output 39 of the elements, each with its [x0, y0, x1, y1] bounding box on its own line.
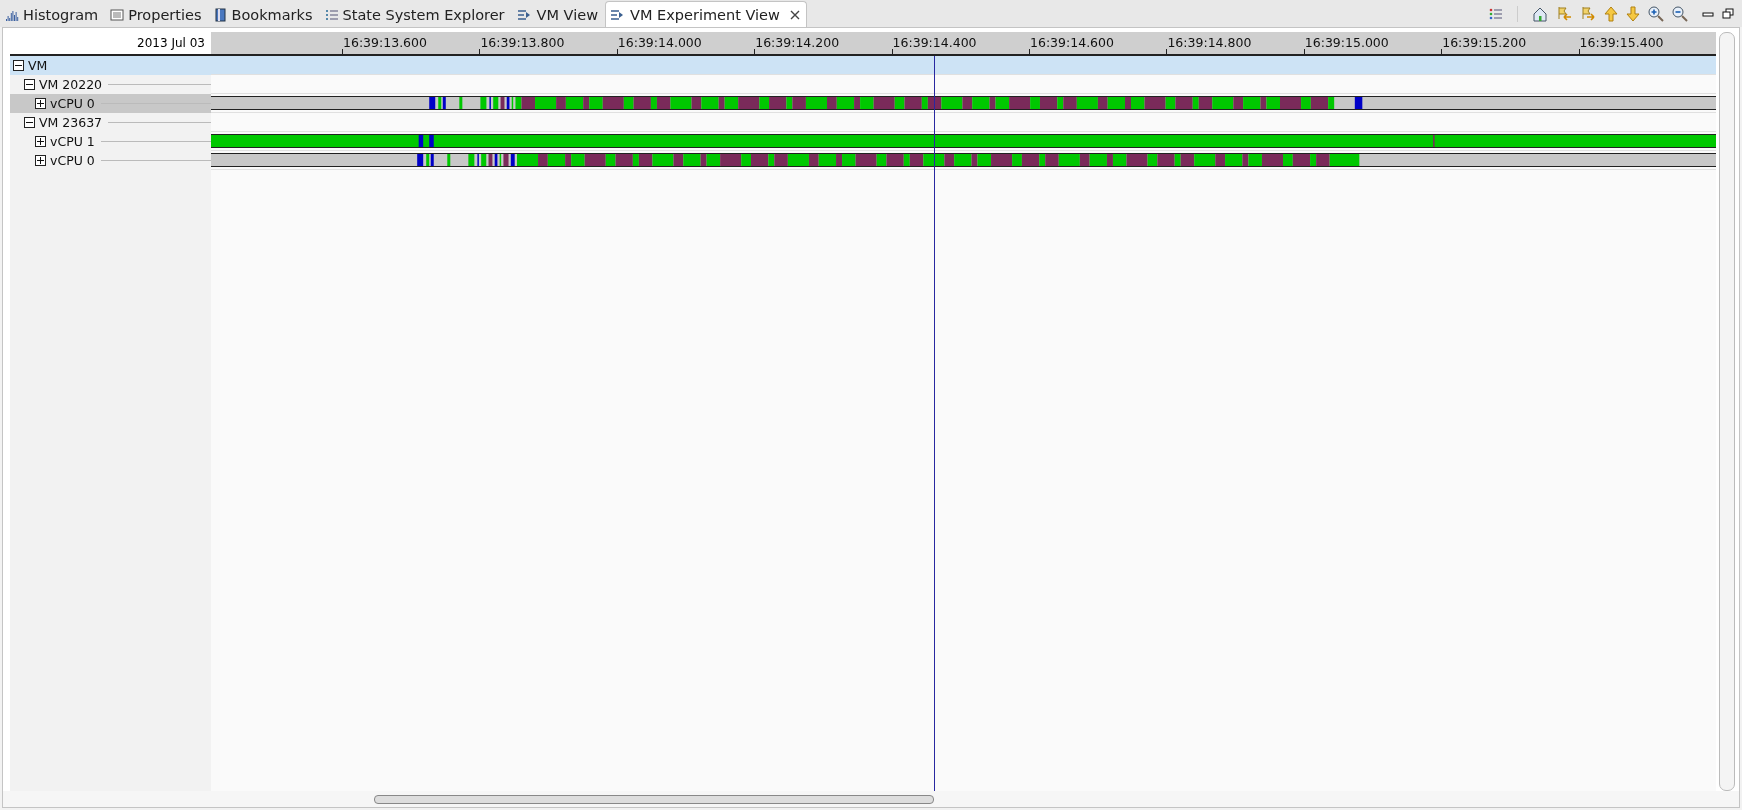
tree-row[interactable]: VM 23637: [10, 113, 211, 132]
time-tick-label: 16:39:13.800: [480, 35, 565, 50]
collapse-icon[interactable]: [24, 79, 35, 90]
bookmarks-icon: [213, 7, 228, 22]
tree-row[interactable]: vCPU 0: [10, 94, 211, 113]
tree-row[interactable]: vCPU 0: [10, 151, 211, 170]
time-tick-label: 16:39:14.200: [755, 35, 840, 50]
zoom-out-icon[interactable]: [1672, 5, 1688, 22]
time-tick-label: 16:39:14.800: [1167, 35, 1252, 50]
collapse-icon[interactable]: [24, 117, 35, 128]
view-tab[interactable]: VM View: [511, 1, 605, 27]
tree-row[interactable]: vCPU 1: [10, 132, 211, 151]
tree-row[interactable]: VM: [10, 56, 211, 75]
time-tick-label: 16:39:14.400: [892, 35, 977, 50]
view-tab[interactable]: VM Experiment View: [605, 1, 807, 27]
restore-icon[interactable]: [1722, 7, 1734, 20]
collapse-icon[interactable]: [13, 60, 24, 71]
expand-icon[interactable]: [35, 155, 46, 166]
close-icon[interactable]: [789, 9, 800, 20]
horizontal-scrollbar-thumb[interactable]: [374, 794, 934, 804]
view-tab[interactable]: Histogram: [0, 1, 106, 27]
list-icon: [324, 7, 339, 22]
tree-row[interactable]: VM 20220: [10, 75, 211, 94]
time-tick-label: 16:39:14.000: [617, 35, 702, 50]
vertical-scrollbar[interactable]: [1719, 32, 1735, 791]
properties-icon: [110, 7, 125, 22]
time-tick-label: 16:39:13.600: [343, 35, 427, 50]
expand-icon[interactable]: [35, 136, 46, 147]
view-tab[interactable]: State System Explorer: [319, 1, 512, 27]
view-tab[interactable]: Properties: [105, 1, 209, 27]
time-tick-label: 16:39:15.200: [1442, 35, 1527, 50]
home-icon[interactable]: [1532, 5, 1548, 22]
time-tick-label: 16:39:15.000: [1304, 35, 1389, 50]
time-tick-label: 16:39:14.600: [1030, 35, 1114, 50]
expand-icon[interactable]: [35, 98, 46, 109]
time-tick-label: 16:39:15.400: [1579, 35, 1664, 50]
zoom-in-icon[interactable]: [1648, 5, 1664, 22]
legend-icon[interactable]: [1489, 6, 1503, 21]
view-tab[interactable]: Bookmarks: [208, 1, 320, 27]
